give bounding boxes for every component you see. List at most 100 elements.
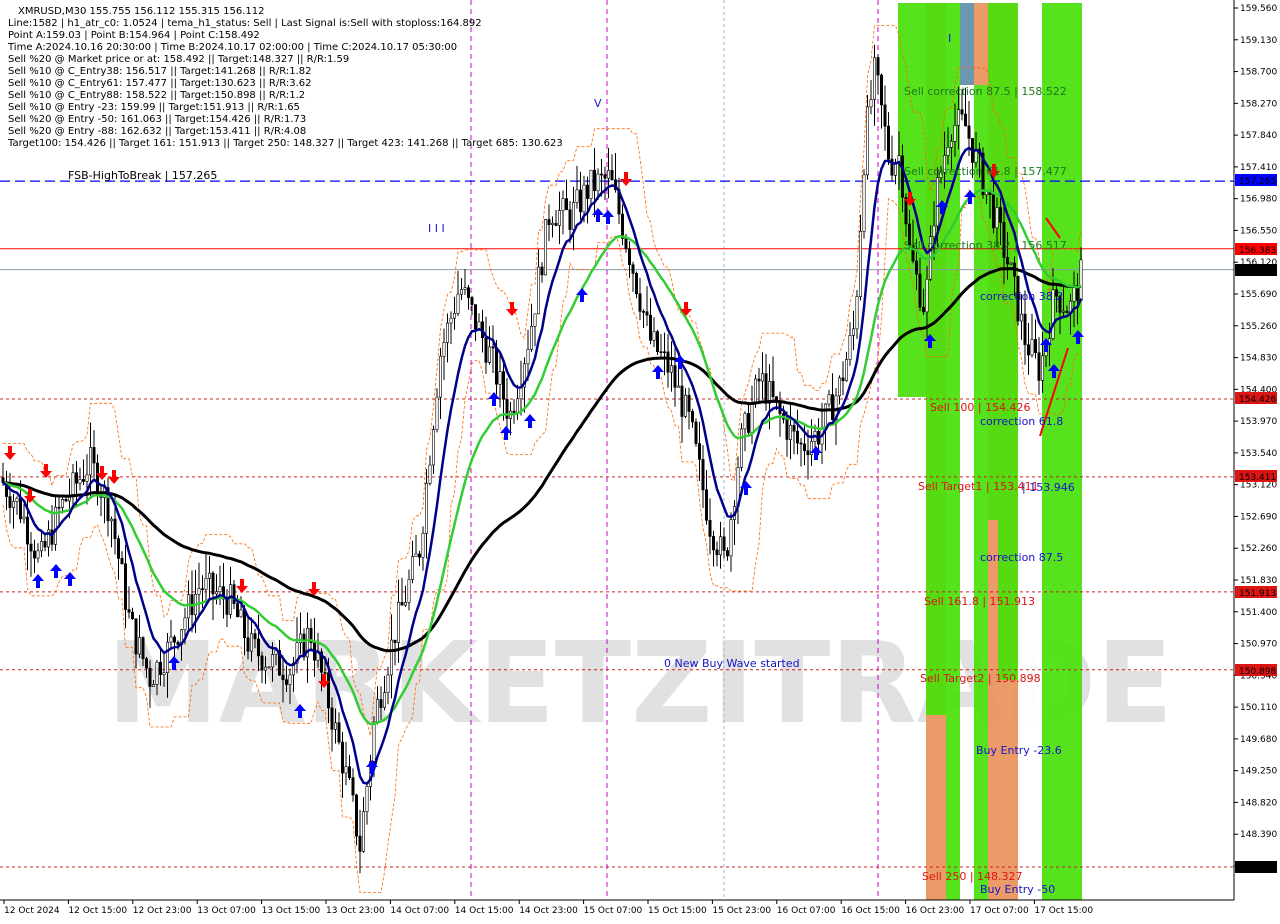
candle-body [477, 321, 481, 330]
candle-body [830, 394, 834, 420]
info-line: Sell %10 @ C_Entry61: 157.477 || Target:… [8, 78, 311, 89]
candle-body [473, 304, 477, 330]
y-tick-label: 150.970 [1240, 640, 1277, 650]
candle-body [12, 501, 16, 508]
candle-body [288, 674, 292, 685]
candle-body [484, 337, 488, 363]
y-tick-label: 148.820 [1240, 798, 1277, 808]
candle-body [624, 238, 628, 250]
candle-body [138, 637, 142, 655]
candle-body [145, 658, 149, 669]
candle-body [428, 464, 432, 484]
value-153946-label: | 153.946 [1022, 481, 1075, 494]
candle-body [557, 210, 561, 226]
candle-body [645, 311, 649, 316]
candle-body [57, 506, 61, 509]
candle-body [701, 459, 705, 491]
candle-body [956, 109, 960, 126]
candle-body [445, 322, 449, 343]
candle-body [1037, 352, 1041, 381]
candle-body [606, 170, 610, 179]
candle-body [400, 601, 404, 606]
candle-body [176, 641, 180, 645]
candle-body [753, 378, 757, 404]
y-tick-label: 148.390 [1240, 830, 1277, 840]
x-tick-label: 14 Oct 23:00 [519, 906, 578, 916]
candle-body [382, 692, 386, 708]
candle-body [379, 699, 383, 708]
candle-body [652, 331, 656, 341]
price-tag: 156.383 [1239, 246, 1276, 256]
candle-body [498, 371, 502, 385]
y-tick-label: 152.260 [1240, 544, 1277, 554]
wave-marker-iii: I I I [428, 222, 445, 235]
y-tick-label: 150.110 [1240, 703, 1277, 713]
candle-body [330, 707, 334, 730]
candle-body [603, 174, 607, 179]
candle-body [729, 519, 733, 557]
candle-body [543, 219, 547, 276]
y-tick-label: 152.690 [1240, 512, 1277, 522]
candle-body [585, 184, 589, 199]
candle-body [173, 636, 177, 643]
y-axis: 159.560 159.130 158.700 158.270 157.840 157.4… [1233, 0, 1280, 900]
candle-body [725, 550, 729, 557]
candle-body [963, 113, 967, 127]
candle-body [470, 297, 474, 305]
candle-body [718, 536, 722, 556]
candle-body [571, 202, 575, 230]
candle-body [1005, 257, 1009, 265]
candle-body [914, 260, 918, 275]
candle-body [452, 312, 456, 319]
candle-body [610, 170, 614, 180]
x-tick-label: 17 Oct 07:00 [970, 906, 1029, 916]
candle-body [354, 794, 358, 837]
candle-body [690, 411, 694, 423]
candle-body [550, 222, 554, 226]
price-tag: 153.411 [1239, 473, 1276, 483]
candle-body [575, 189, 579, 203]
candle-body [225, 598, 229, 615]
candle-body [886, 125, 890, 160]
candle-body [921, 306, 925, 313]
candle-body [1023, 313, 1027, 346]
x-tick-label: 12 Oct 15:00 [68, 906, 127, 916]
candle-body [655, 331, 659, 352]
candle-body [708, 519, 712, 537]
candle-body [589, 169, 593, 199]
y-tick-label: 154.830 [1240, 354, 1277, 364]
price-tag: 157.265 [1239, 177, 1276, 187]
candle-body [872, 57, 876, 100]
y-tick-label: 158.270 [1240, 99, 1277, 109]
candle-body [676, 385, 680, 388]
candle-body [760, 373, 764, 382]
candle-body [487, 346, 491, 363]
candle-body [358, 835, 362, 852]
candle-body [659, 351, 663, 353]
candle-body [848, 335, 852, 360]
candle-body [991, 194, 995, 229]
candle-body [953, 125, 957, 142]
candle-body [865, 106, 869, 176]
candle-body [466, 287, 470, 298]
candle-body [795, 430, 799, 444]
candle-body [124, 563, 128, 610]
candle-body [256, 638, 260, 657]
candle-body [599, 173, 603, 176]
candle-body [365, 786, 369, 812]
candle-body [96, 462, 100, 497]
wave-marker-i: I [948, 32, 951, 45]
candle-body [680, 385, 684, 417]
candle-body [347, 766, 351, 778]
info-line: Point A:159.03 | Point B:154.964 | Point… [8, 30, 260, 41]
candle-body [491, 346, 495, 349]
candle-body [1009, 262, 1013, 265]
candle-body [592, 169, 596, 192]
zone-band [998, 3, 1018, 680]
y-tick-label: 159.130 [1240, 36, 1277, 46]
candle-body [187, 594, 191, 619]
price-tag: 150.898 [1239, 667, 1276, 677]
candle-body [855, 296, 859, 330]
candle-body [8, 496, 12, 508]
candle-body [694, 421, 698, 444]
